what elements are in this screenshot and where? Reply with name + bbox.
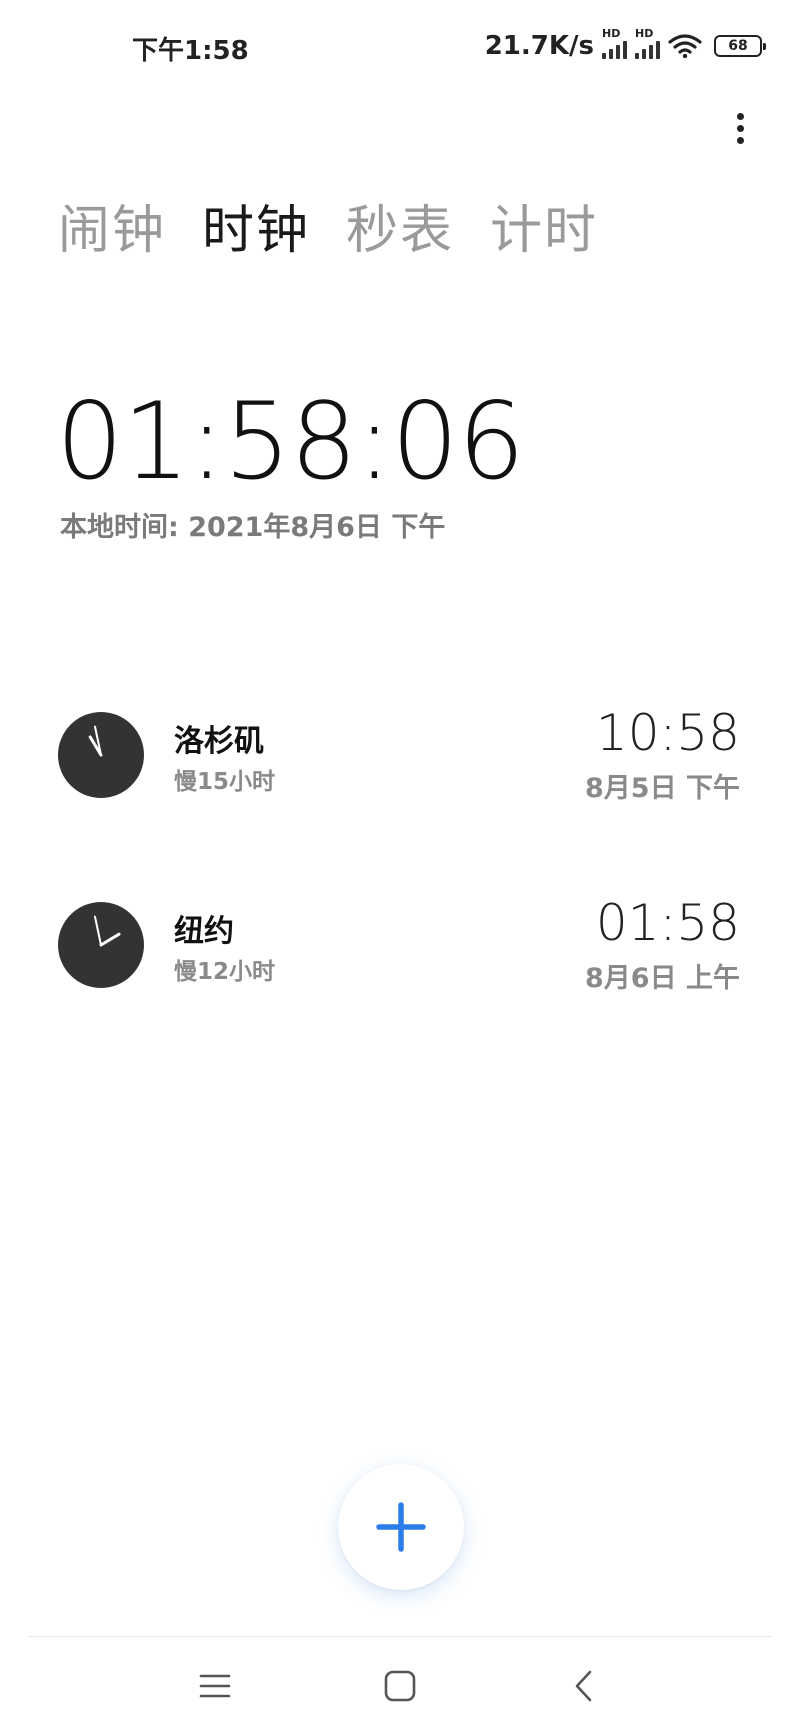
- tab-alarm[interactable]: 闹钟: [58, 188, 166, 263]
- battery-icon: 68: [714, 35, 766, 57]
- world-clock-row[interactable]: 纽约 慢12小时 01:58 8月6日 上午: [0, 894, 800, 1012]
- status-bar: 下午1:58 21.7K/s HD HD 68: [0, 0, 800, 92]
- city-date: 8月6日 上午: [585, 963, 740, 994]
- world-clock-row[interactable]: 洛杉矶 慢15小时 10:58 8月5日 下午: [0, 704, 800, 822]
- status-time: 下午1:58: [132, 36, 249, 66]
- home-button[interactable]: [365, 1660, 435, 1712]
- clock-hands: [93, 915, 121, 947]
- wifi-icon: [668, 33, 702, 59]
- local-date: 本地时间: 2021年8月6日 下午: [60, 512, 446, 543]
- tab-clock[interactable]: 时钟: [202, 188, 310, 263]
- analog-clock-icon: [58, 712, 144, 798]
- battery-level: 68: [728, 38, 748, 54]
- hd-label: HD: [635, 27, 654, 40]
- back-icon: [575, 1670, 592, 1702]
- city-time: 10:58: [595, 704, 740, 762]
- tab-bar: 闹钟 时钟 秒表 计时: [58, 188, 598, 263]
- hd-label: HD: [602, 27, 621, 40]
- tab-stopwatch[interactable]: 秒表: [346, 188, 454, 263]
- more-vertical-icon: [736, 112, 744, 120]
- plus-icon: [376, 1502, 426, 1552]
- more-options-button[interactable]: [722, 104, 758, 152]
- time-difference: 慢12小时: [174, 959, 276, 985]
- signal-icon: HD: [635, 27, 660, 59]
- nav-divider: [28, 1636, 772, 1637]
- local-time: 01:58:06: [56, 380, 525, 503]
- city-name: 洛杉矶: [174, 724, 264, 759]
- clock-hands: [88, 725, 103, 757]
- back-button[interactable]: [550, 1660, 620, 1712]
- network-speed: 21.7K/s: [484, 31, 594, 61]
- menu-icon: [199, 1674, 231, 1698]
- recents-button[interactable]: [180, 1660, 250, 1712]
- city-name: 纽约: [174, 914, 234, 949]
- status-icons: 21.7K/s HD HD 68: [484, 26, 766, 66]
- analog-clock-icon: [58, 902, 144, 988]
- home-icon: [384, 1670, 416, 1702]
- clock-app-screen: 下午1:58 21.7K/s HD HD 68 闹钟 时钟 秒表 计时 01:5…: [0, 0, 800, 1733]
- tab-timer[interactable]: 计时: [490, 188, 598, 263]
- city-time: 01:58: [595, 894, 740, 952]
- city-date: 8月5日 下午: [585, 773, 740, 804]
- time-difference: 慢15小时: [174, 769, 276, 795]
- signal-icon: HD: [602, 27, 627, 59]
- add-city-button[interactable]: [338, 1464, 464, 1590]
